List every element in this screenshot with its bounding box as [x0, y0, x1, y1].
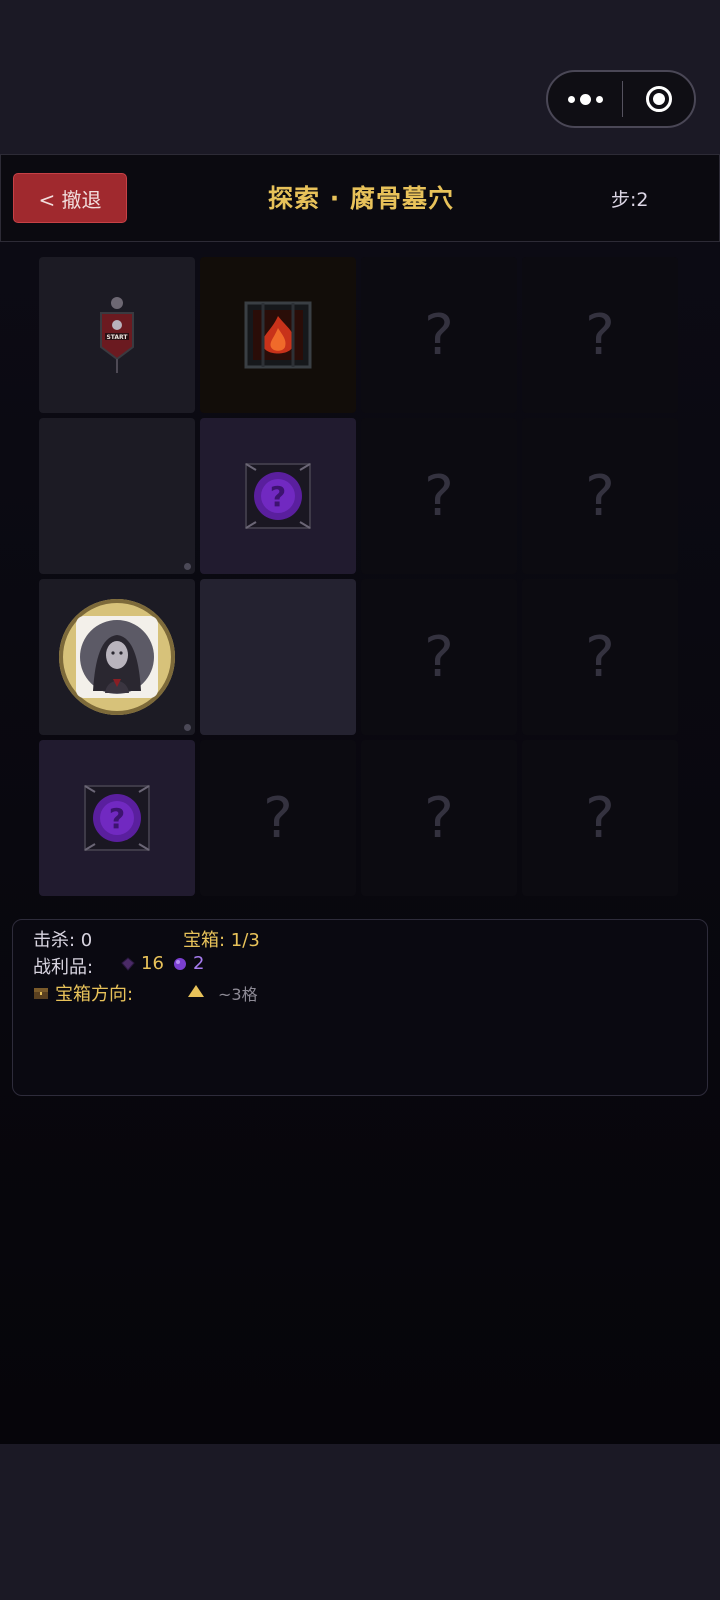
grid-cell-unknown[interactable]: ? — [361, 740, 517, 896]
loot-label: 战利品: — [33, 957, 94, 978]
chest-direction: 宝箱方向: — [33, 980, 133, 1006]
chest-distance: ~3格 — [218, 985, 258, 1004]
player-token — [59, 599, 175, 715]
grid-cell-unknown[interactable]: ? — [200, 740, 356, 896]
unknown-marker: ? — [585, 302, 615, 368]
mystery-event-icon: ? — [84, 785, 150, 851]
purple-gem-icon — [174, 957, 186, 970]
step-label: 步: — [611, 189, 637, 211]
grid-cell-unknown[interactable]: ? — [522, 418, 678, 574]
grid-cell-unknown[interactable]: ? — [522, 740, 678, 896]
loot-item: 2 — [173, 953, 204, 974]
screen: < 撤退 探索 · 腐骨墓穴 步:2 START ? ? ? ? ? ? ? ?… — [0, 0, 720, 1600]
dot-icon — [567, 95, 575, 103]
visited-dot — [184, 563, 191, 570]
step-counter: 步:2 — [611, 185, 649, 212]
kills-label: 击杀: — [33, 930, 81, 951]
target-icon — [645, 86, 672, 112]
more-menu-button[interactable] — [548, 72, 622, 126]
unknown-marker: ? — [263, 785, 293, 851]
kills-stat: 击杀: 0 — [33, 926, 92, 952]
visited-dot — [184, 724, 191, 731]
unknown-marker: ? — [585, 624, 615, 690]
unknown-marker: ? — [424, 463, 454, 529]
loot-count: 2 — [193, 953, 205, 974]
mystery-event-icon: ? — [245, 463, 311, 529]
loot-count: 16 — [141, 953, 164, 974]
grid-cell-mystery[interactable]: ? — [200, 418, 356, 574]
unknown-marker: ? — [585, 463, 615, 529]
grid-cell-start[interactable]: START — [39, 257, 195, 413]
header-bar: < 撤退 探索 · 腐骨墓穴 步:2 — [0, 154, 720, 242]
player-portrait — [76, 616, 158, 698]
close-miniprogram-button[interactable] — [623, 72, 694, 126]
grid-cell-visited[interactable] — [39, 418, 195, 574]
chest-direction-label: 宝箱方向: — [55, 984, 134, 1005]
svg-text:START: START — [106, 334, 128, 341]
loot-item: 16 — [121, 953, 164, 974]
grid-cell-mystery[interactable]: ? — [39, 740, 195, 896]
svg-text:?: ? — [270, 480, 286, 513]
grid-cell-unknown[interactable]: ? — [361, 418, 517, 574]
retreat-button[interactable]: < 撤退 — [13, 173, 127, 223]
up-arrow-icon — [188, 985, 204, 997]
fire-trap-icon — [244, 301, 312, 369]
grid-cell-unknown[interactable]: ? — [522, 257, 678, 413]
dark-gem-icon — [121, 956, 135, 971]
dungeon-grid: START ? ? ? ? ? ? ? ? ? ? ? — [39, 257, 681, 899]
status-panel: 击杀: 0 宝箱: 1/3 战利品: 16 2 宝箱方向: ~3格 — [12, 919, 708, 1096]
unknown-marker: ? — [424, 785, 454, 851]
chests-label: 宝箱: — [183, 930, 231, 951]
unknown-marker: ? — [424, 302, 454, 368]
hero-portrait-icon — [80, 620, 154, 694]
kills-value: 0 — [80, 930, 93, 951]
svg-text:?: ? — [109, 802, 125, 835]
step-value: 2 — [636, 189, 649, 211]
grid-cell-fire-trap[interactable] — [200, 257, 356, 413]
dot-icon — [579, 93, 591, 105]
grid-cell-unknown[interactable]: ? — [522, 579, 678, 735]
chest-icon — [34, 988, 48, 999]
grid-cell-player[interactable] — [39, 579, 195, 735]
grid-cell-unknown[interactable]: ? — [361, 579, 517, 735]
start-banner-icon: START — [100, 297, 134, 373]
dot-icon — [595, 95, 603, 103]
grid-cell-unknown[interactable]: ? — [361, 257, 517, 413]
bottom-bar — [0, 1444, 720, 1600]
unknown-marker: ? — [424, 624, 454, 690]
unknown-marker: ? — [585, 785, 615, 851]
chests-stat: 宝箱: 1/3 — [183, 926, 260, 952]
miniprogram-capsule — [546, 70, 696, 128]
chests-value: 1/3 — [230, 930, 260, 951]
page-title: 探索 · 腐骨墓穴 — [268, 184, 454, 213]
grid-cell-empty[interactable] — [200, 579, 356, 735]
